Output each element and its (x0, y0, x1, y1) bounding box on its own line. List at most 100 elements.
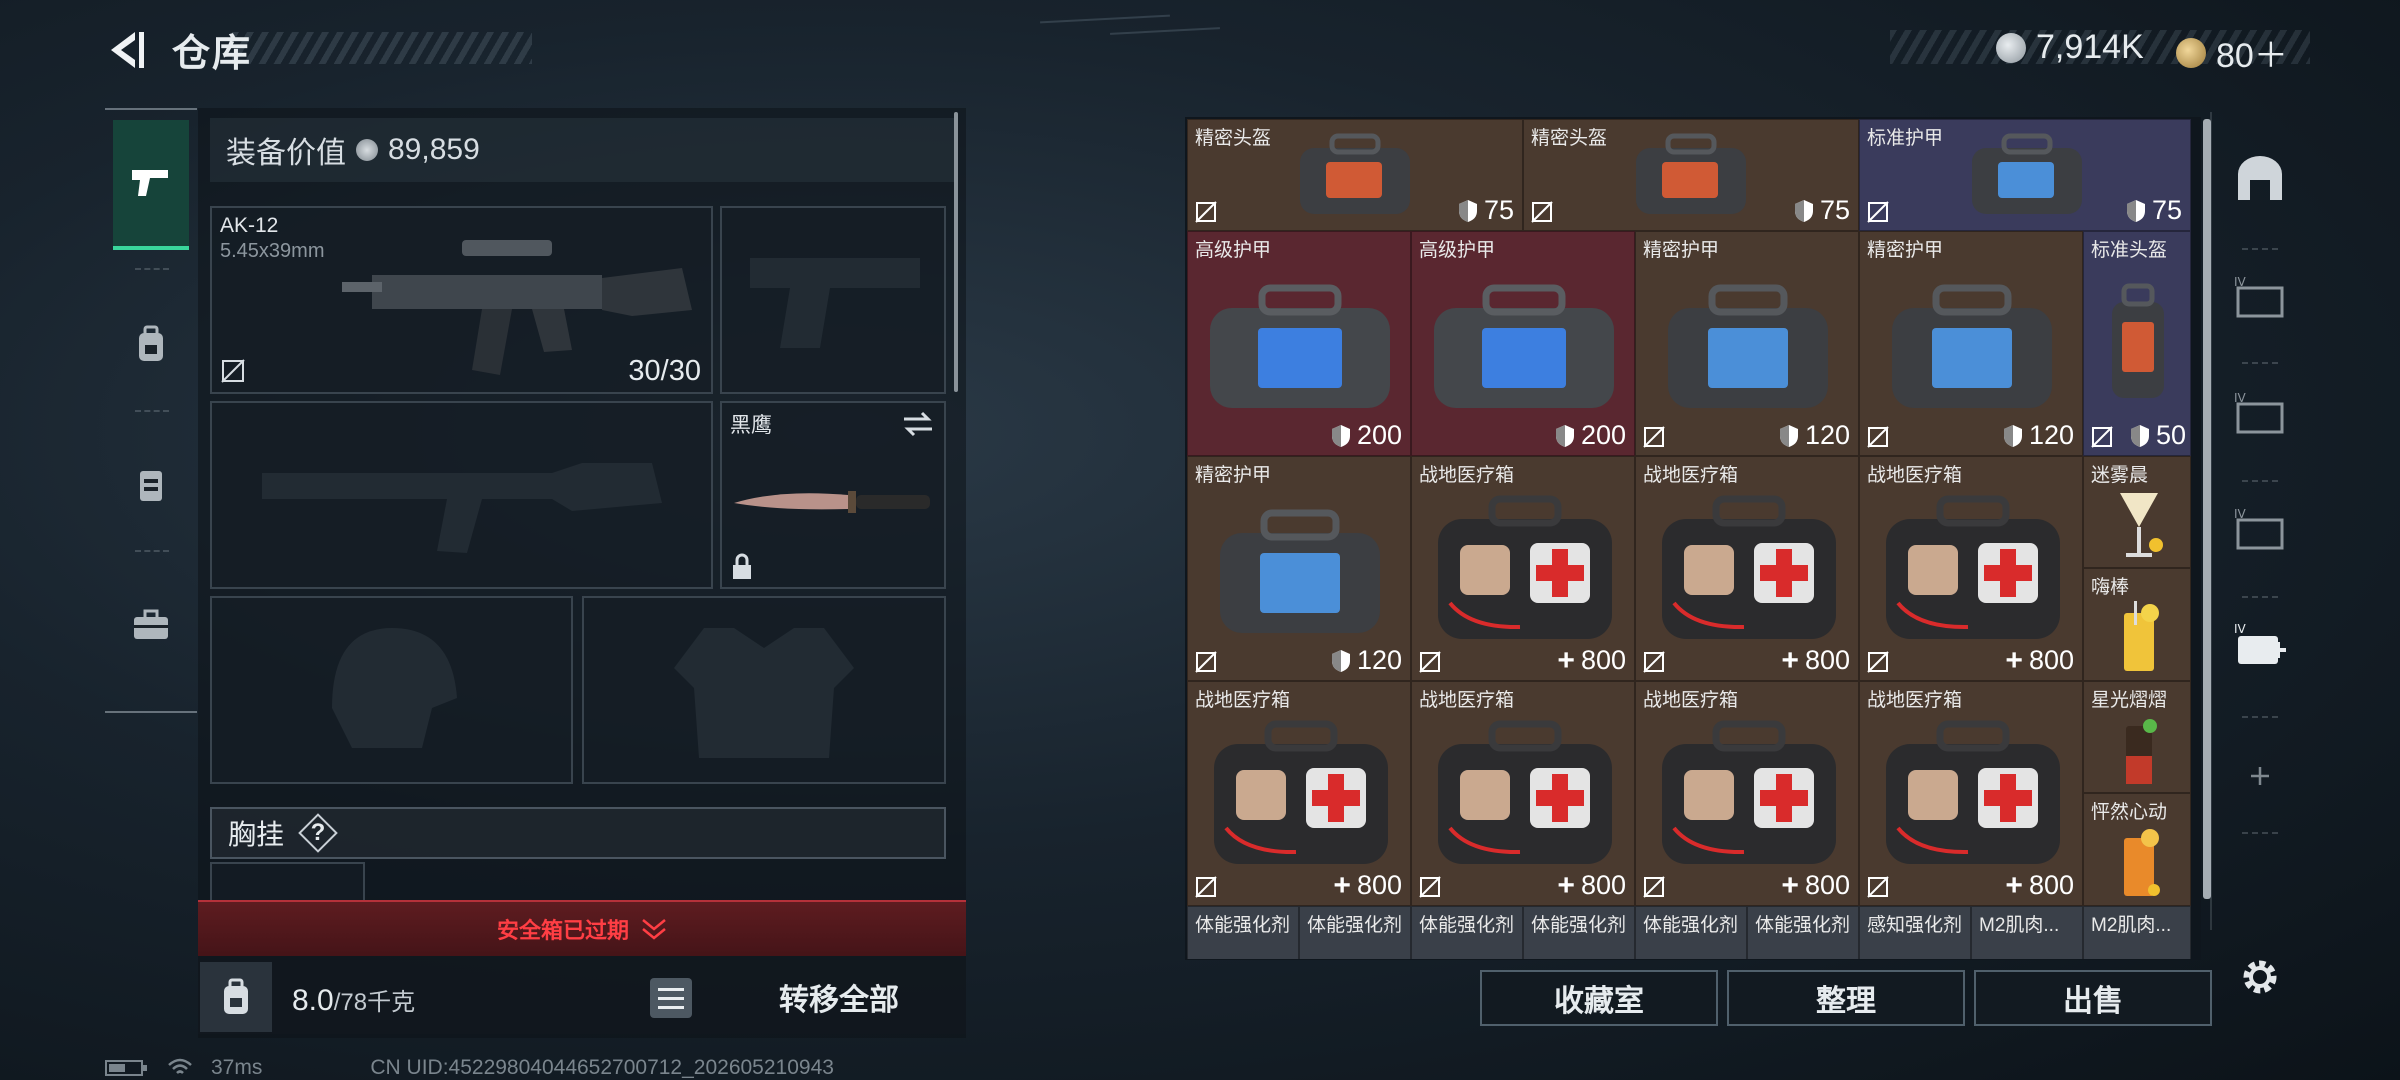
secondary-weapon-slot[interactable] (210, 401, 713, 589)
item-buff[interactable]: 体能强化剂 (1747, 906, 1859, 959)
svg-text:IV: IV (2234, 622, 2247, 636)
cocktail-image (2120, 493, 2163, 557)
gear-icon[interactable] (2235, 952, 2285, 1002)
item-drink[interactable]: 星光熠熠 (2083, 681, 2191, 793)
primary-weapon-slot[interactable]: AK-12 5.45x39mm 30/30 (210, 206, 713, 394)
item-standard-helmet[interactable]: 标准头盔 50 (2083, 231, 2191, 456)
tab-storage-3[interactable]: IV (2220, 374, 2300, 454)
item-advanced-armor[interactable]: 高级护甲 200 (1411, 231, 1635, 456)
item-name: 战地医疗箱 (1867, 465, 1963, 486)
item-drink[interactable]: 迷雾晨 (2083, 456, 2191, 568)
sidearm-slot[interactable] (720, 206, 946, 394)
non-insurable-icon (221, 359, 245, 383)
body-armor-slot[interactable] (582, 596, 946, 784)
item-buff[interactable]: 体能强化剂 (1523, 906, 1635, 959)
help-icon[interactable]: ? (298, 813, 338, 853)
svg-text:IV: IV (2234, 507, 2247, 521)
storage-grid: 精密头盔 75 精密头盔 75 标准护甲 75 高级护甲 200 高级护甲 20… (1187, 119, 2199, 959)
coin-balance[interactable]: 7,914K (1996, 28, 2144, 67)
item-name: 体能强化剂 (1419, 915, 1515, 936)
transfer-all-button[interactable]: 转移全部 (712, 962, 966, 1032)
item-precision-armor[interactable]: 精密护甲 120 (1187, 456, 1411, 681)
backpack-icon (139, 325, 163, 361)
tab-storage-5[interactable]: IV (2220, 606, 2300, 686)
item-heal-amount: +800 (2005, 868, 2074, 902)
nav-vest[interactable] (113, 420, 189, 550)
weapon-caliber: 5.45x39mm (220, 240, 325, 262)
item-field-medkit[interactable]: 战地医疗箱 +800 (1411, 681, 1635, 906)
medkit-image (1662, 495, 1836, 639)
item-buff[interactable]: M2肌肉... (2083, 906, 2191, 959)
item-durability: 200 (1555, 420, 1626, 451)
item-durability: 50 (2130, 420, 2186, 451)
item-name: 体能强化剂 (1643, 915, 1739, 936)
chest-rig-slot[interactable]: 胸挂 ? (210, 807, 946, 859)
pistol-silhouette (750, 258, 920, 348)
item-field-medkit[interactable]: 战地医疗箱 +800 (1859, 681, 2083, 906)
item-buff[interactable]: 体能强化剂 (1299, 906, 1411, 959)
item-name: 战地医疗箱 (1419, 465, 1515, 486)
sell-button[interactable]: 出售 (1974, 970, 2212, 1026)
item-field-medkit[interactable]: 战地医疗箱 +800 (1187, 681, 1411, 906)
item-name: 迷雾晨 (2091, 465, 2149, 486)
nav-case[interactable] (113, 560, 189, 690)
medkit-image (1438, 495, 1612, 639)
tab-storage-2[interactable]: IV (2220, 258, 2300, 338)
swap-icon[interactable] (902, 411, 934, 437)
helmet-slot[interactable] (210, 596, 573, 784)
shield-icon (1555, 424, 1574, 447)
non-insurable-icon (1195, 876, 1217, 898)
item-drink[interactable]: 嗨棒 (2083, 568, 2191, 681)
storage-tabs: IV IV IV IV (2210, 112, 2306, 930)
status-bar: 37ms CN UID:45229804044652700712_2026052… (105, 1056, 834, 1080)
nav-weapons[interactable] (113, 120, 189, 250)
tab-storage-main[interactable] (2220, 138, 2300, 218)
item-buff[interactable]: 体能强化剂 (1635, 906, 1747, 959)
item-standard-armor[interactable]: 标准护甲 75 (1859, 119, 2191, 231)
non-insurable-icon (1531, 201, 1553, 223)
add-storage-button[interactable] (2220, 736, 2300, 816)
item-field-medkit[interactable]: 战地医疗箱 +800 (1635, 456, 1859, 681)
item-drink[interactable]: 怦然心动 (2083, 793, 2191, 906)
item-name: 体能强化剂 (1755, 915, 1851, 936)
safe-box-expired-bar[interactable]: 安全箱已过期 (198, 900, 966, 956)
back-arrow-icon[interactable] (105, 28, 149, 72)
item-name: 精密头盔 (1195, 128, 1272, 149)
storage-box-icon: IV (2234, 275, 2284, 318)
item-field-medkit[interactable]: 战地医疗箱 +800 (1411, 456, 1635, 681)
item-field-medkit[interactable]: 战地医疗箱 +800 (1859, 456, 2083, 681)
item-buff[interactable]: 感知强化剂 (1859, 906, 1971, 959)
item-buff[interactable]: 体能强化剂 (1187, 906, 1299, 959)
non-insurable-icon (1643, 651, 1665, 673)
item-name: 战地医疗箱 (1195, 690, 1291, 711)
item-buff[interactable]: 体能强化剂 (1411, 906, 1523, 959)
sort-button[interactable]: 整理 (1727, 970, 1965, 1026)
item-precision-armor[interactable]: 精密护甲 120 (1859, 231, 2083, 456)
item-buff[interactable]: M2肌肉... (1971, 906, 2083, 959)
item-name: 体能强化剂 (1195, 915, 1291, 936)
item-precision-helmet[interactable]: 精密头盔 75 (1187, 119, 1523, 231)
equipment-scrollbar[interactable] (954, 112, 958, 392)
item-heal-amount: +800 (1557, 868, 1626, 902)
item-field-medkit[interactable]: 战地医疗箱 +800 (1635, 681, 1859, 906)
item-advanced-armor[interactable]: 高级护甲 200 (1187, 231, 1411, 456)
list-view-button[interactable] (650, 978, 692, 1018)
item-precision-helmet[interactable]: 精密头盔 75 (1523, 119, 1859, 231)
item-heal-amount: +800 (2005, 643, 2074, 677)
plus-icon: + (1557, 643, 1575, 677)
melee-slot[interactable]: 黑鹰 (720, 401, 946, 589)
knife-name: 黑鹰 (730, 414, 772, 437)
cocktail-image (2126, 719, 2157, 784)
tab-storage-4[interactable]: IV (2220, 490, 2300, 570)
rifle-silhouette (262, 463, 662, 553)
armor-case-image (1434, 284, 1614, 408)
collection-room-button[interactable]: 收藏室 (1480, 970, 1718, 1026)
backpack-capacity-icon[interactable] (200, 962, 272, 1032)
non-insurable-icon (1867, 426, 1889, 448)
premium-balance[interactable]: 80＋ (2176, 28, 2288, 77)
item-name: 感知强化剂 (1867, 915, 1963, 936)
non-insurable-icon (2091, 426, 2113, 448)
item-precision-armor[interactable]: 精密护甲 120 (1635, 231, 1859, 456)
item-heal-amount: +800 (1781, 643, 1850, 677)
nav-backpack[interactable] (113, 280, 189, 410)
